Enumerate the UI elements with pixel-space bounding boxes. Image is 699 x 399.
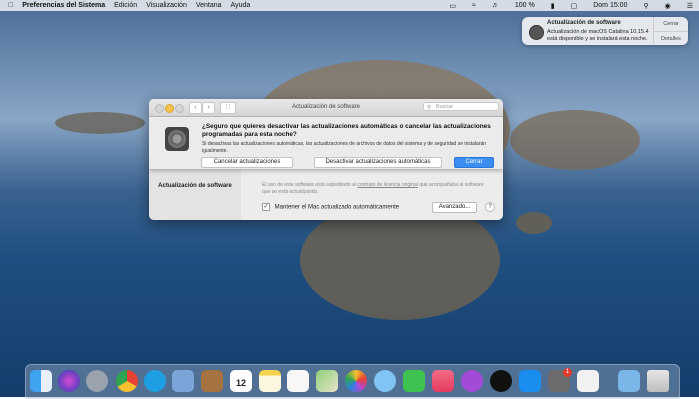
podcasts-icon[interactable] [461,370,483,392]
help-button[interactable]: ? [485,202,495,212]
preview-icon[interactable] [172,370,194,392]
siri-icon[interactable]: ◉ [665,2,671,10]
menu-item-edicion[interactable]: Edición [114,2,137,9]
cancel-updates-button[interactable]: Cancelar actualizaciones [201,157,293,168]
messages-icon[interactable] [374,370,396,392]
pane-title: Actualización de software [158,183,232,189]
notification-close-button[interactable]: Cerrar [654,17,688,32]
chrome-icon[interactable] [116,370,138,392]
launchpad-icon[interactable] [86,370,108,392]
notification-title: Actualización de software [547,20,621,26]
volume-icon[interactable]: ♬ [492,2,499,9]
notification-badge: 1 [563,368,572,377]
textedit-icon[interactable] [577,370,599,392]
license-info: El uso de este software está supeditado … [262,182,492,196]
search-icon[interactable]: ⚲ [643,2,648,10]
downloads-folder-icon[interactable] [618,370,640,392]
search-field[interactable]: ⚲ Buscar [423,102,499,111]
app-store-icon[interactable] [519,370,541,392]
system-preferences-icon [529,25,544,40]
finder-icon[interactable] [30,370,52,392]
disable-auto-updates-button[interactable]: Desactivar actualizaciones automáticas [314,157,442,168]
auto-update-label[interactable]: Mantener el Mac actualizado automáticame… [275,205,399,211]
search-icon: ⚲ [427,105,432,111]
wifi-icon[interactable]: ≈ [472,2,476,9]
advanced-button[interactable]: Avanzado... [432,202,477,213]
auto-update-checkbox[interactable]: ✓ [262,203,270,211]
siri-icon[interactable] [58,370,80,392]
wallpaper-island [55,112,145,134]
confirmation-sheet: ¿Seguro que quieres desactivar las actua… [149,117,503,169]
photos-icon[interactable] [345,370,367,392]
calendar-day: 12 [235,378,246,388]
menu-bar:  Preferencias del Sistema Edición Visua… [0,0,699,11]
reminders-icon[interactable] [287,370,309,392]
airplay-icon[interactable]: ▭ [449,2,456,10]
software-update-window: ‹ › ∷ Actualización de software ⚲ Buscar… [149,99,503,220]
license-link[interactable]: contrato de licencia original [357,182,418,188]
notebook-icon[interactable] [201,370,223,392]
calendar-icon[interactable]: 12 [230,370,252,392]
license-info-text: El uso de este software está supeditado … [262,182,356,188]
trash-icon[interactable] [647,370,669,392]
auto-update-checkbox-row[interactable]: ✓ Mantener el Mac actualizado automática… [262,203,399,211]
apple-tv-icon[interactable] [490,370,512,392]
music-icon[interactable] [432,370,454,392]
notes-icon[interactable] [259,370,281,392]
menu-item-ventana[interactable]: Ventana [196,2,222,9]
search-placeholder: Buscar [436,104,454,110]
notification-details-button[interactable]: Detalles [654,32,688,46]
menu-item-ayuda[interactable]: Ayuda [231,2,251,9]
input-source-icon[interactable]: ▢ [571,2,578,10]
maps-icon[interactable] [316,370,338,392]
notification-body: Actualización de macOS Catalina 10.15.4 … [547,29,649,42]
menu-app-name[interactable]: Preferencias del Sistema [22,2,105,9]
skype-icon[interactable] [144,370,166,392]
notification-banner[interactable]: Actualización de software Actualización … [522,17,688,45]
facetime-icon[interactable] [403,370,425,392]
wallpaper-island [510,110,640,170]
wallpaper-island [516,212,552,234]
system-preferences-gear-icon [165,127,189,151]
clock[interactable]: Dom 15:00 [593,2,627,9]
apple-icon[interactable]:  [8,2,13,9]
sheet-detail: Si desactivas las actualizaciones automá… [202,141,487,154]
sheet-question: ¿Seguro que quieres desactivar las actua… [202,123,491,138]
menu-item-visualizacion[interactable]: Visualización [146,2,187,9]
notification-center-icon[interactable]: ☰ [687,2,693,10]
battery-icon[interactable]: ▮ [551,2,555,10]
close-sheet-button[interactable]: Cerrar [454,157,494,168]
battery-text[interactable]: 100 % [515,2,535,9]
window-titlebar: ‹ › ∷ Actualización de software ⚲ Buscar [149,99,503,117]
